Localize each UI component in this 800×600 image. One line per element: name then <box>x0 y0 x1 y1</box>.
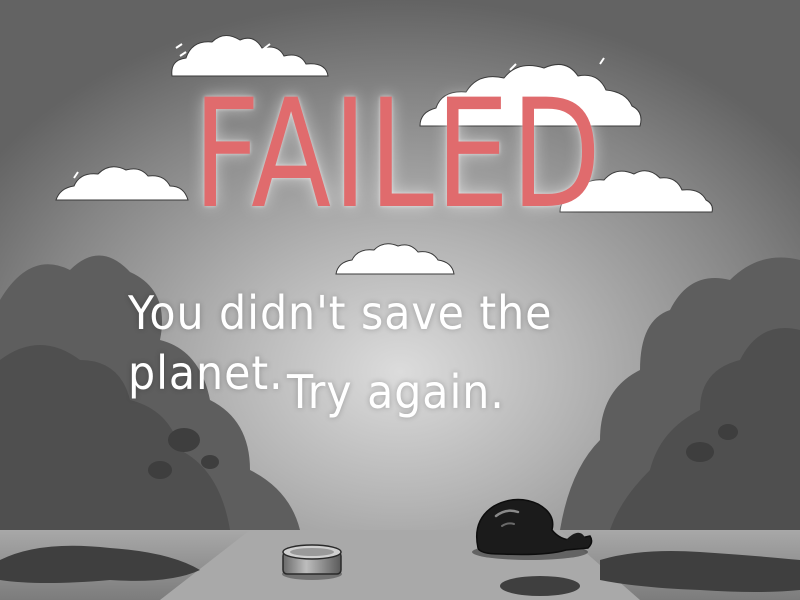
retry-prompt: Try again. <box>287 365 505 419</box>
game-over-screen: FAILED You didn't save the planet. Try a… <box>0 0 800 600</box>
failed-title: FAILED <box>192 68 603 242</box>
tin-can <box>282 544 342 580</box>
